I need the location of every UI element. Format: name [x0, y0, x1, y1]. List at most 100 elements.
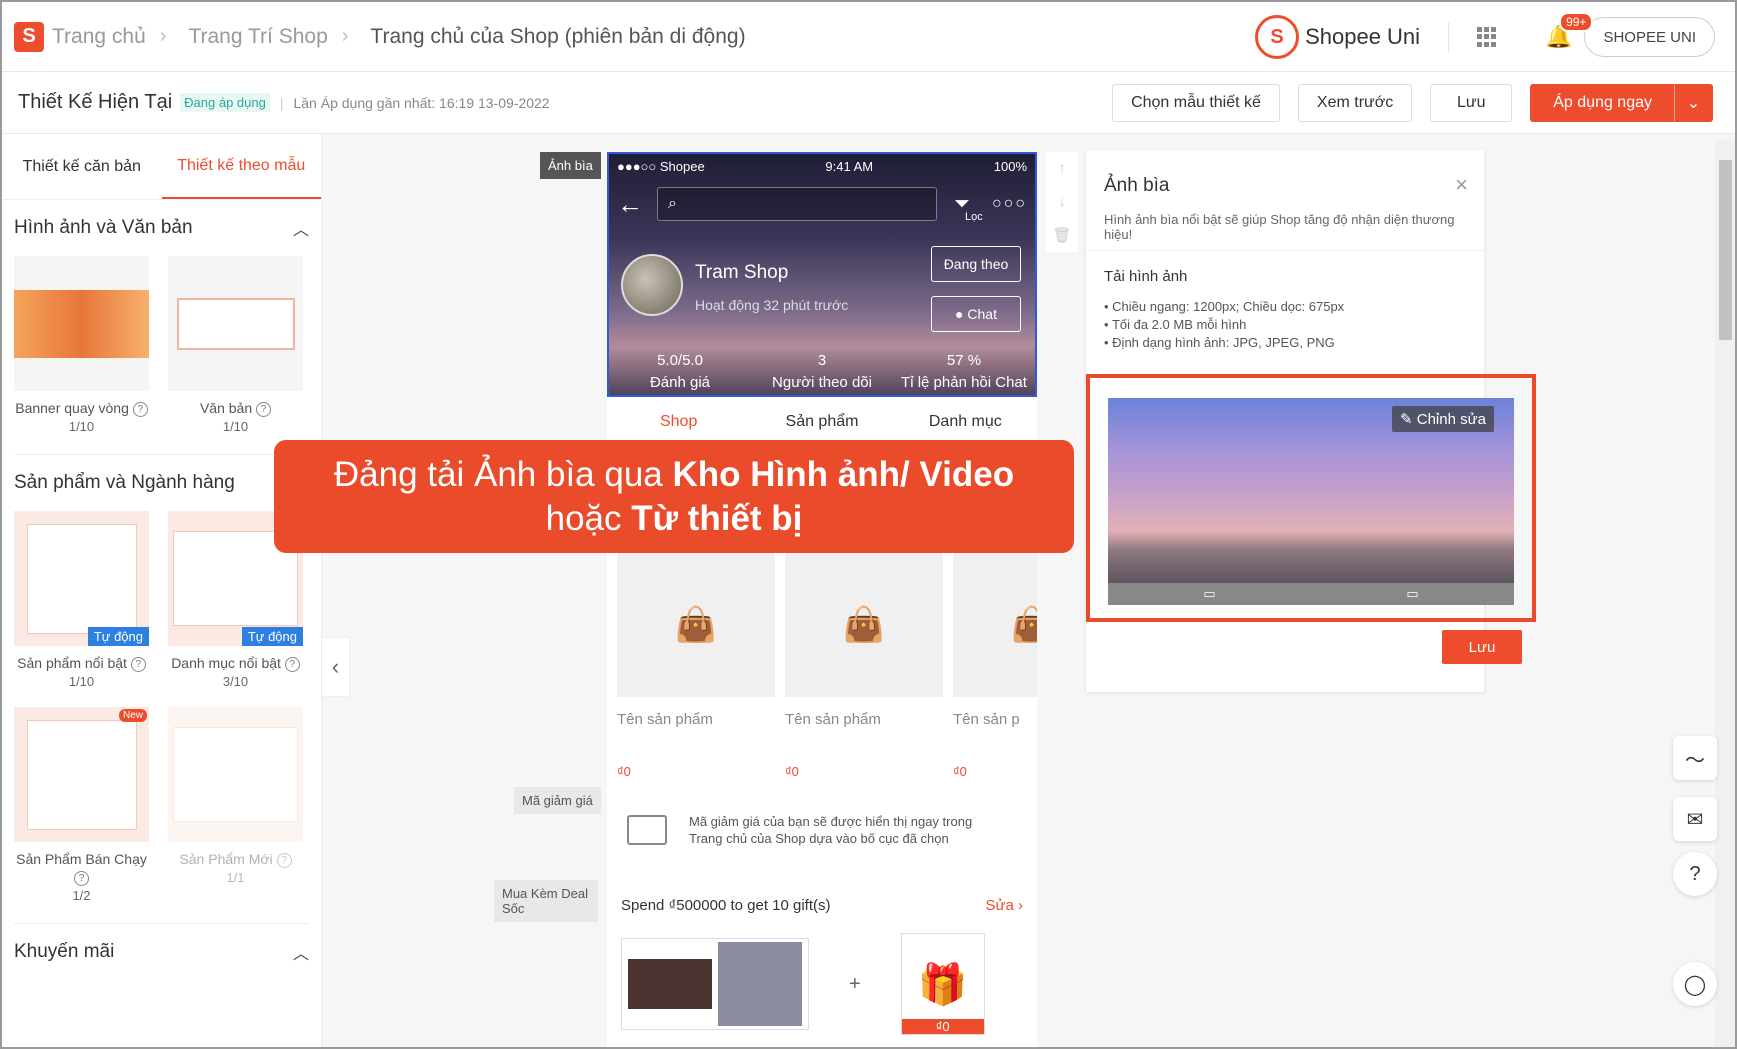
section-label-deal[interactable]: Mua Kèm Deal Sốc	[494, 880, 598, 922]
section-header-images-text[interactable]: Hình ảnh và Văn bản ︿	[2, 200, 321, 256]
bag-icon: 👜	[953, 552, 1037, 697]
component-label: Sản Phẩm Bán Chạy?	[16, 851, 147, 886]
text-thumbnail	[168, 256, 303, 391]
help-icon[interactable]: ?	[130, 656, 146, 672]
component-label: Banner quay vòng ?	[14, 399, 149, 417]
top-bar: S Trang chủ › Trang Trí Shop › Trang chủ…	[2, 2, 1735, 72]
new-products-thumbnail	[168, 707, 303, 842]
deal-title: Spend ₫500000 to get 10 gift(s)	[621, 896, 831, 914]
section-title: Hình ảnh và Văn bản	[14, 217, 193, 238]
help-icon[interactable]: ?	[276, 852, 292, 868]
more-options-icon[interactable]: ○○○	[987, 195, 1027, 213]
carrier-label: ●●●○○ Shopee	[617, 159, 705, 174]
follow-button[interactable]: Đang theo	[931, 246, 1021, 282]
clock: 9:41 AM	[825, 159, 874, 174]
section-label-cover[interactable]: Ảnh bìa	[540, 152, 601, 179]
status-bar: ●●●○○ Shopee 9:41 AM 100%	[617, 159, 1027, 174]
shopee-uni-label[interactable]: Shopee Uni	[1305, 24, 1420, 50]
product-name: Tên sản p	[953, 711, 1020, 728]
chat-button[interactable]: ● Chat	[931, 296, 1021, 332]
help-icon[interactable]: ?	[74, 870, 89, 886]
chevron-up-icon[interactable]: ︿	[293, 940, 309, 964]
deal-header: Spend ₫500000 to get 10 gift(s) Sửa ›	[621, 877, 1023, 933]
breadcrumb-home[interactable]: Trang chủ	[52, 25, 146, 49]
back-arrow-icon[interactable]: ←	[617, 189, 657, 220]
carousel-banner-thumbnail	[14, 256, 149, 391]
deal-edit-link[interactable]: Sửa ›	[985, 897, 1023, 914]
product-card[interactable]: 👜 Tên sản phẩm ₫0	[785, 552, 943, 779]
chevron-down-icon[interactable]: ⌄	[1674, 85, 1712, 121]
apply-now-label[interactable]: Áp dụng ngay	[1531, 85, 1674, 121]
header-right: S Shopee Uni 🔔 99+ SHOPEE UNI	[1255, 2, 1735, 72]
filter-icon[interactable]: ⏷ Lọc	[937, 193, 987, 223]
tab-categories[interactable]: Danh mục	[894, 413, 1037, 431]
divider	[1086, 250, 1484, 251]
cover-image-section[interactable]: ●●●○○ Shopee 9:41 AM 100% ← ⌕ ⏷ Lọc ○○○ T…	[607, 152, 1037, 397]
help-icon[interactable]: ?	[284, 656, 300, 672]
help-circle-icon[interactable]: ?	[1673, 852, 1717, 896]
component-card-carousel-banner[interactable]: Banner quay vòng ? 1/10	[14, 256, 149, 434]
help-icon[interactable]: ?	[132, 401, 148, 417]
section-controls: ↑ ↓ 🗑	[1046, 152, 1078, 252]
notification-bell-icon[interactable]: 🔔 99+	[1545, 12, 1594, 50]
activity-monitor-icon[interactable]: 〜	[1673, 736, 1717, 780]
chevron-up-icon[interactable]: ︿	[293, 216, 309, 240]
breadcrumb-shop-deco[interactable]: Trang Trí Shop	[188, 25, 327, 49]
tab-shop[interactable]: Shop	[607, 413, 750, 431]
component-sidebar: Thiết kế căn bản Thiết kế theo mẫu Hình …	[2, 134, 322, 1047]
component-card-new-products[interactable]: Sản Phẩm Mới ? 1/1	[168, 707, 303, 903]
scrollbar-thumb[interactable]	[1719, 160, 1732, 340]
product-card[interactable]: 👜 Tên sản phẩm ₫0	[617, 552, 775, 779]
save-button[interactable]: Lưu	[1430, 84, 1513, 122]
edit-image-button[interactable]: ✎ Chỉnh sửa	[1392, 406, 1494, 432]
choose-template-button[interactable]: Chọn mẫu thiết kế	[1112, 84, 1280, 122]
delete-icon[interactable]: 🗑	[1052, 226, 1071, 244]
tab-products[interactable]: Sản phẩm	[750, 413, 893, 431]
product-card[interactable]: 👜 Tên sản p ₫0	[953, 552, 1037, 779]
component-card-best-sellers[interactable]: New Sản Phẩm Bán Chạy? 1/2	[14, 707, 149, 903]
gift-icon: 🎁 ₫0	[900, 933, 985, 1035]
divider: |	[279, 94, 284, 111]
stat-chat-response: 57 % Tỉ lệ phản hồi Chat	[901, 352, 1027, 391]
shopee-uni-logo[interactable]: S	[1255, 15, 1300, 59]
inbox-icon[interactable]: ✉	[1673, 797, 1717, 841]
voucher-section[interactable]: Mã giảm giá của bạn sẽ được hiển thị nga…	[607, 787, 1037, 872]
bag-icon: 👜	[617, 552, 775, 697]
component-card-featured-products[interactable]: Tự động Sản phẩm nổi bật ? 1/10	[14, 511, 149, 689]
shop-name: Tram Shop	[695, 262, 789, 283]
ticket-icon	[627, 814, 667, 845]
user-menu-button[interactable]: SHOPEE UNI	[1584, 17, 1715, 57]
tab-basic-design[interactable]: Thiết kế căn bản	[2, 134, 162, 199]
component-count: 1/2	[72, 888, 91, 903]
support-chat-icon[interactable]: ◯	[1673, 962, 1717, 1006]
apply-now-button[interactable]: Áp dụng ngay ⌄	[1530, 84, 1713, 122]
preview-button[interactable]: Xem trước	[1297, 84, 1413, 122]
component-card-text[interactable]: Văn bản ? 1/10	[168, 256, 303, 434]
new-tag: New	[118, 709, 147, 722]
section-title: Khuyến mãi	[14, 941, 115, 962]
section-header-promotions[interactable]: Khuyến mãi ︿	[2, 924, 321, 980]
tab-template-design[interactable]: Thiết kế theo mẫu	[161, 134, 321, 199]
component-count: 1/10	[68, 674, 95, 689]
close-icon[interactable]: ×	[1455, 172, 1468, 198]
apps-grid-icon[interactable]	[1477, 27, 1497, 47]
move-up-icon[interactable]: ↑	[1058, 160, 1066, 177]
deal-section[interactable]: Spend ₫500000 to get 10 gift(s) Sửa › + …	[607, 877, 1037, 1035]
move-down-icon[interactable]: ↓	[1058, 193, 1066, 210]
collapse-sidebar-chevron-left-icon[interactable]: ‹	[322, 637, 350, 697]
shopee-logo[interactable]: S	[14, 21, 44, 52]
cover-image-preview[interactable]: ✎ Chỉnh sửa	[1108, 398, 1514, 583]
component-count: 1/10	[68, 419, 95, 434]
chat-label: Chat	[967, 306, 997, 322]
featured-products-thumbnail: Tự động	[14, 511, 149, 646]
device-upload-icon[interactable]: ▭	[1311, 583, 1514, 605]
search-input[interactable]: ⌕	[657, 187, 937, 221]
shop-stats: 5.0/5.0 Đánh giá 3 Người theo dõi 57 % Tỉ l…	[609, 350, 1035, 394]
component-label: Văn bản ?	[168, 399, 303, 417]
media-library-icon[interactable]: ▭	[1108, 583, 1311, 605]
notification-badge: 99+	[1559, 12, 1594, 32]
gift-price: ₫0	[901, 1019, 984, 1034]
section-label-voucher[interactable]: Mã giảm giá	[514, 787, 601, 814]
help-icon[interactable]: ?	[256, 401, 272, 417]
panel-save-button[interactable]: Lưu	[1442, 630, 1522, 664]
